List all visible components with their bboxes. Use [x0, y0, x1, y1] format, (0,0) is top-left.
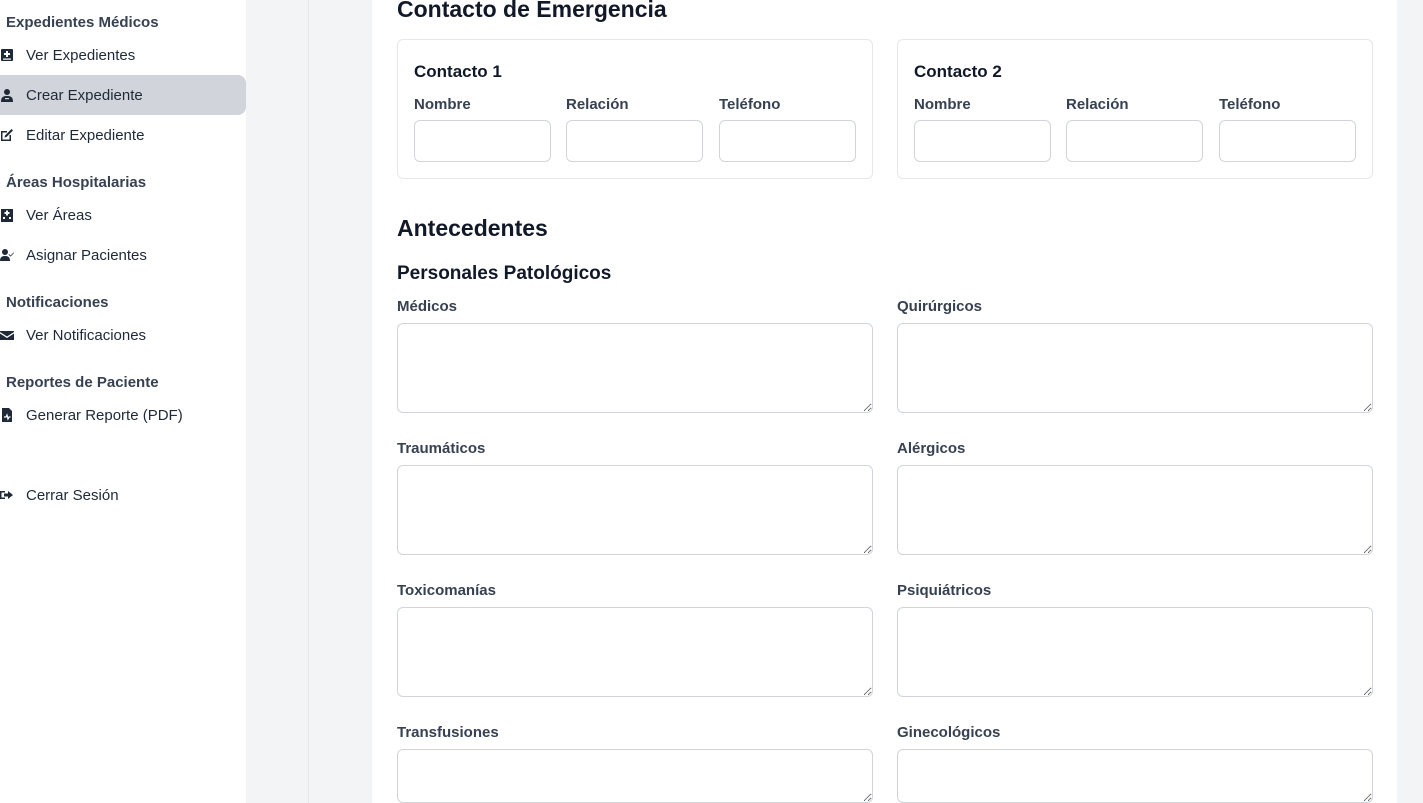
psiquiatricos-label: Psiquiátricos — [897, 582, 992, 599]
sidebar-item-label: Crear Expediente — [26, 86, 143, 104]
ginecologicos-label: Ginecológicos — [897, 724, 1001, 741]
contact-2-name-input[interactable] — [914, 120, 1051, 162]
logout-button[interactable]: Cerrar Sesión — [0, 475, 246, 515]
medicos-label: Médicos — [397, 298, 458, 315]
contact-2-relation-input[interactable] — [1066, 120, 1203, 162]
emergency-contact-title: Contacto de Emergencia — [397, 0, 667, 22]
traumaticos-textarea[interactable] — [397, 465, 873, 555]
sidebar-item-label: Ver Expedientes — [26, 46, 136, 64]
traumaticos-label: Traumáticos — [397, 440, 486, 457]
toxicomanias-textarea[interactable] — [397, 607, 873, 697]
contact-1-relation-label: Relación — [566, 96, 629, 113]
content-divider — [308, 0, 309, 803]
psiquiatricos-textarea[interactable] — [897, 607, 1373, 697]
sidebar-item-ver-areas[interactable]: Ver Áreas — [0, 195, 246, 235]
contact-1-relation-input[interactable] — [566, 120, 703, 162]
transfusiones-textarea[interactable] — [397, 749, 873, 803]
sidebar-item-asignar-pacientes[interactable]: Asignar Pacientes — [0, 235, 246, 275]
quirurgicos-textarea[interactable] — [897, 323, 1373, 413]
contact-2-box: Contacto 2 Nombre Relación Teléfono — [897, 39, 1373, 179]
sidebar-item-label: Ver Notificaciones — [26, 326, 147, 344]
user-check-icon — [0, 248, 14, 262]
contact-1-box: Contacto 1 Nombre Relación Teléfono — [397, 39, 873, 179]
user-doctor-icon — [0, 88, 14, 102]
sidebar-item-generar-reporte[interactable]: Generar Reporte (PDF) — [0, 395, 246, 435]
sidebar-item-crear-expediente[interactable]: Crear Expediente — [0, 75, 246, 115]
contact-1-name-label: Nombre — [414, 96, 471, 113]
sidebar-item-label: Generar Reporte (PDF) — [26, 406, 183, 424]
section-title-notificaciones: Notificaciones — [6, 294, 109, 311]
ginecologicos-textarea[interactable] — [897, 749, 1373, 803]
file-pdf-icon — [0, 408, 14, 422]
medicos-textarea[interactable] — [397, 323, 873, 413]
sidebar-item-label: Editar Expediente — [26, 126, 145, 144]
contact-2-phone-label: Teléfono — [1219, 96, 1281, 113]
sidebar-item-label: Ver Áreas — [26, 206, 92, 224]
quirurgicos-label: Quirúrgicos — [897, 298, 983, 315]
sign-out-icon — [0, 488, 14, 502]
contact-2-relation-label: Relación — [1066, 96, 1129, 113]
edit-icon — [0, 128, 14, 142]
section-title-areas: Áreas Hospitalarias — [6, 174, 147, 191]
contact-2-name-label: Nombre — [914, 96, 971, 113]
section-title-expedientes: Expedientes Médicos — [6, 14, 159, 31]
contact-1-phone-input[interactable] — [719, 120, 856, 162]
form-card: Contacto de Emergencia Contacto 1 Nombre… — [372, 0, 1397, 803]
sidebar: Expedientes Médicos Ver Expedientes Crea… — [0, 0, 246, 803]
alergicos-label: Alérgicos — [897, 440, 966, 457]
sidebar-item-ver-expedientes[interactable]: Ver Expedientes — [0, 35, 246, 75]
envelope-icon — [0, 328, 14, 342]
file-medical-icon — [0, 48, 14, 62]
antecedentes-title: Antecedentes — [397, 215, 548, 241]
sidebar-item-label: Asignar Pacientes — [26, 246, 147, 264]
sidebar-item-ver-notificaciones[interactable]: Ver Notificaciones — [0, 315, 246, 355]
section-title-reportes: Reportes de Paciente — [6, 374, 159, 391]
transfusiones-label: Transfusiones — [397, 724, 499, 741]
contact-2-phone-input[interactable] — [1219, 120, 1356, 162]
personales-patologicos-title: Personales Patológicos — [397, 263, 612, 284]
toxicomanias-label: Toxicomanías — [397, 582, 496, 599]
sidebar-item-editar-expediente[interactable]: Editar Expediente — [0, 115, 246, 155]
hospital-icon — [0, 208, 14, 222]
alergicos-textarea[interactable] — [897, 465, 1373, 555]
logout-label: Cerrar Sesión — [26, 486, 119, 504]
contact-1-name-input[interactable] — [414, 120, 551, 162]
contact-1-phone-label: Teléfono — [719, 96, 781, 113]
contact-1-title: Contacto 1 — [414, 62, 502, 81]
contact-2-title: Contacto 2 — [914, 62, 1002, 81]
